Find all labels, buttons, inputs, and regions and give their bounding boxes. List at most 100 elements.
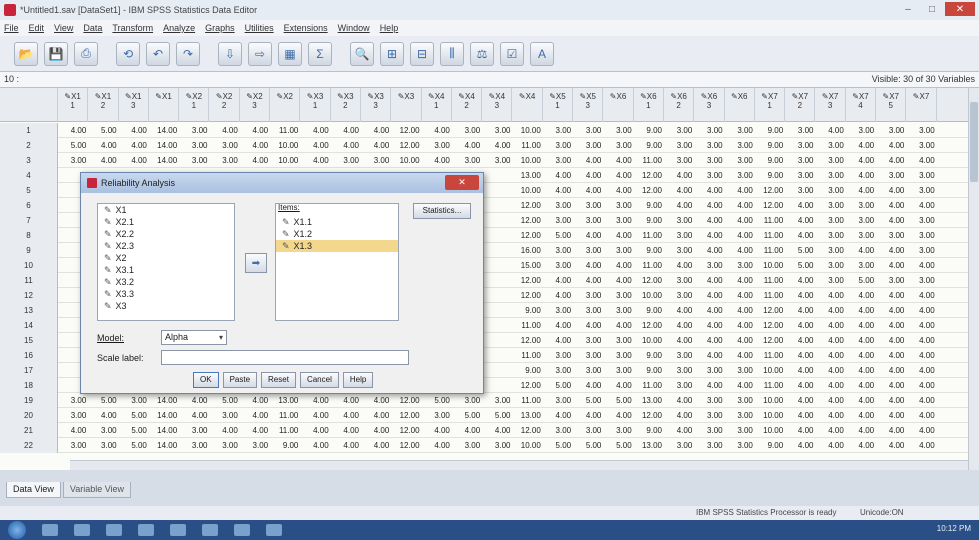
data-cell[interactable]: 12.00 (634, 408, 662, 423)
data-cell[interactable]: 5.00 (543, 378, 572, 393)
data-cell[interactable]: 11.00 (513, 348, 540, 363)
data-cell[interactable]: 4.00 (603, 408, 632, 423)
data-cell[interactable]: 3.00 (725, 168, 753, 183)
data-cell[interactable]: 5.00 (573, 438, 602, 453)
data-cell[interactable]: 4.00 (603, 378, 632, 393)
data-cell[interactable]: 9.00 (634, 198, 662, 213)
data-cell[interactable]: 12.00 (755, 318, 783, 333)
data-cell[interactable]: 10.00 (634, 333, 662, 348)
list-item[interactable]: ✎ X3.1 (98, 264, 234, 276)
data-cell[interactable]: 5.00 (785, 258, 814, 273)
data-cell[interactable]: 4.00 (725, 378, 753, 393)
data-cell[interactable]: 11.00 (755, 213, 783, 228)
row-number[interactable]: 15 (0, 333, 58, 348)
insert-variable-icon[interactable]: ⊟ (410, 41, 434, 66)
data-cell[interactable]: 11.00 (634, 258, 662, 273)
data-cell[interactable]: 9.00 (634, 348, 662, 363)
data-cell[interactable]: 3.00 (906, 183, 935, 198)
data-cell[interactable]: 3.00 (664, 363, 693, 378)
row-number[interactable]: 21 (0, 423, 58, 438)
data-cell[interactable]: 3.00 (906, 228, 935, 243)
list-item[interactable]: ✎ X2.1 (98, 216, 234, 228)
data-cell[interactable]: 3.00 (816, 228, 844, 243)
data-cell[interactable]: 3.00 (422, 138, 450, 153)
data-cell[interactable] (482, 303, 510, 318)
data-cell[interactable]: 12.00 (391, 423, 420, 438)
column-header[interactable]: ✎X6 1 (634, 88, 664, 122)
row-number[interactable]: 22 (0, 438, 58, 453)
data-cell[interactable]: 3.00 (422, 408, 450, 423)
list-item[interactable]: ✎ X3 (98, 300, 234, 312)
data-cell[interactable]: 4.00 (694, 303, 723, 318)
data-cell[interactable]: 5.00 (543, 438, 572, 453)
data-cell[interactable]: 4.00 (694, 378, 723, 393)
data-cell[interactable]: 3.00 (846, 198, 875, 213)
data-cell[interactable]: 4.00 (422, 153, 450, 168)
taskbar-app-icon[interactable] (106, 524, 122, 536)
data-cell[interactable]: 9.00 (755, 438, 784, 453)
data-cell[interactable]: 4.00 (664, 423, 693, 438)
items-list[interactable]: Items: ✎ X1.1 ✎ X1.2 ✎ X1.3 (275, 203, 399, 321)
data-cell[interactable]: 4.00 (210, 423, 238, 438)
list-item[interactable]: ✎ X2 (98, 252, 234, 264)
data-cell[interactable]: 3.00 (664, 153, 693, 168)
data-cell[interactable]: 3.00 (482, 153, 511, 168)
data-cell[interactable] (482, 318, 510, 333)
data-cell[interactable]: 3.00 (816, 198, 844, 213)
data-cell[interactable]: 11.00 (513, 138, 540, 153)
data-cell[interactable]: 4.00 (694, 228, 723, 243)
data-cell[interactable]: 3.00 (906, 243, 935, 258)
data-cell[interactable]: 4.00 (58, 423, 87, 438)
data-cell[interactable]: 14.00 (149, 393, 177, 408)
data-cell[interactable]: 4.00 (876, 348, 905, 363)
data-cell[interactable]: 3.00 (452, 438, 481, 453)
data-cell[interactable]: 11.00 (755, 243, 783, 258)
data-cell[interactable]: 9.00 (513, 303, 541, 318)
cell-reference[interactable]: 10 : (4, 74, 19, 84)
data-cell[interactable]: 3.00 (694, 408, 723, 423)
data-cell[interactable]: 4.00 (543, 183, 572, 198)
data-cell[interactable]: 3.00 (906, 123, 935, 138)
data-cell[interactable]: 5.00 (573, 393, 602, 408)
data-cell[interactable]: 3.00 (785, 153, 814, 168)
data-cell[interactable]: 4.00 (906, 198, 935, 213)
statistics-button[interactable]: Statistics... (413, 203, 471, 219)
data-cell[interactable]: 3.00 (816, 258, 844, 273)
data-cell[interactable]: 3.00 (906, 213, 935, 228)
data-cell[interactable]: 4.00 (694, 183, 723, 198)
data-cell[interactable]: 4.00 (331, 138, 359, 153)
data-cell[interactable]: 3.00 (573, 333, 602, 348)
data-cell[interactable]: 3.00 (906, 273, 935, 288)
data-cell[interactable]: 4.00 (846, 288, 875, 303)
data-cell[interactable]: 4.00 (785, 273, 814, 288)
data-cell[interactable]: 4.00 (240, 123, 269, 138)
taskbar-app-icon[interactable] (74, 524, 90, 536)
data-cell[interactable]: 12.00 (755, 183, 783, 198)
data-cell[interactable]: 4.00 (331, 423, 359, 438)
data-cell[interactable]: 4.00 (179, 393, 208, 408)
data-cell[interactable]: 3.00 (694, 423, 723, 438)
move-arrow-button[interactable]: ➡ (245, 253, 267, 273)
data-cell[interactable]: 3.00 (725, 153, 753, 168)
data-cell[interactable]: 3.00 (210, 438, 238, 453)
data-cell[interactable]: 10.00 (270, 138, 298, 153)
data-cell[interactable]: 14.00 (149, 123, 177, 138)
data-cell[interactable] (482, 243, 510, 258)
data-cell[interactable]: 4.00 (846, 333, 875, 348)
data-cell[interactable]: 4.00 (361, 423, 390, 438)
data-cell[interactable]: 3.00 (603, 348, 632, 363)
data-cell[interactable]: 13.00 (634, 438, 662, 453)
column-header[interactable]: ✎X4 2 (452, 88, 483, 122)
data-cell[interactable]: 4.00 (725, 273, 753, 288)
column-header[interactable]: ✎X7 4 (846, 88, 877, 122)
data-cell[interactable]: 4.00 (603, 183, 632, 198)
close-button[interactable]: ✕ (945, 2, 975, 16)
tab-variable-view[interactable]: Variable View (62, 482, 132, 498)
data-cell[interactable]: 4.00 (785, 228, 814, 243)
data-cell[interactable]: 10.00 (755, 363, 783, 378)
data-cell[interactable]: 4.00 (876, 153, 905, 168)
data-cell[interactable]: 4.00 (846, 438, 875, 453)
data-cell[interactable]: 4.00 (785, 363, 814, 378)
data-cell[interactable]: 3.00 (240, 438, 269, 453)
data-cell[interactable]: 3.00 (725, 438, 753, 453)
